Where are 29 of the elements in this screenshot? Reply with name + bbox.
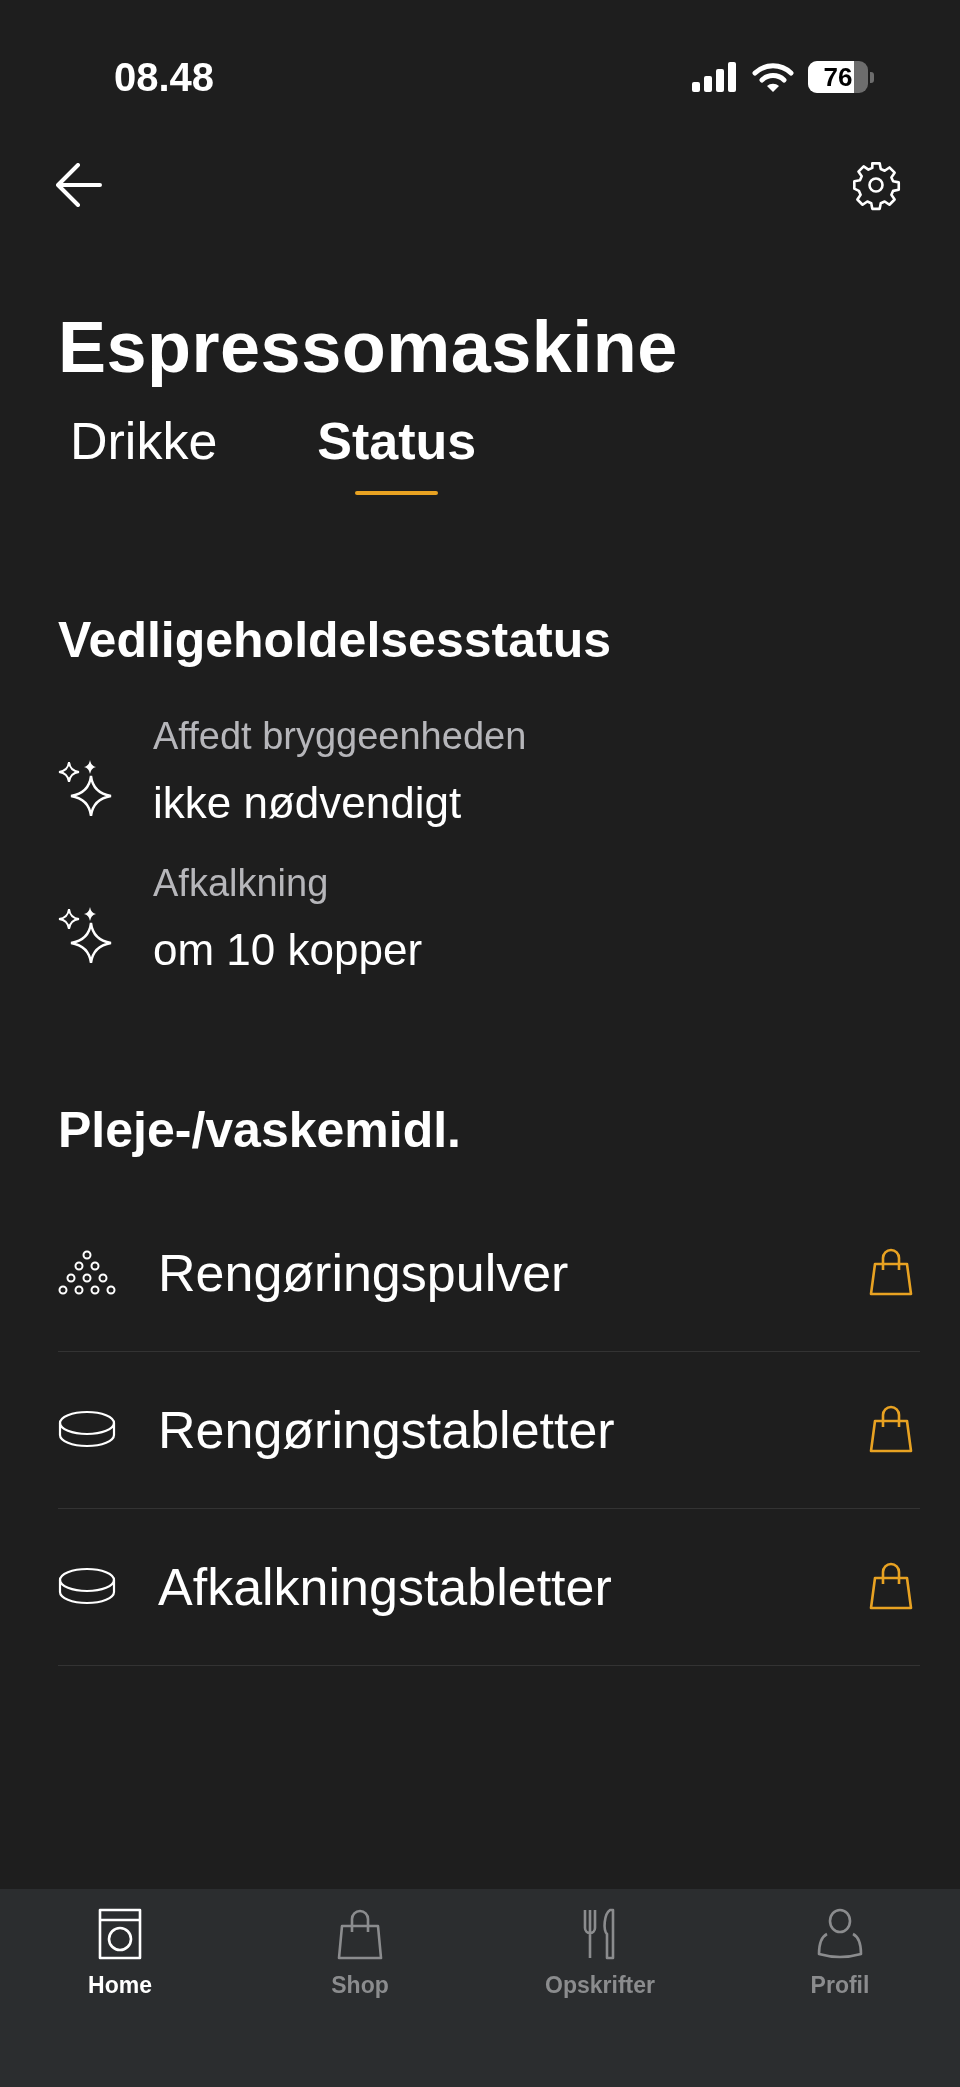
product-name: Rengøringstabletter [158, 1400, 616, 1460]
status-value: om 10 kopper [153, 925, 423, 975]
shopping-bag-icon[interactable] [869, 1248, 913, 1298]
tab[interactable]: Drikke [70, 403, 218, 495]
shopping-bag-icon[interactable] [869, 1405, 913, 1455]
status-label: Afkalkning [153, 862, 330, 905]
shopping-bag-icon[interactable] [869, 1562, 913, 1612]
status-label: Affedt bryggeenheden [153, 715, 527, 758]
settings-icon[interactable] [850, 159, 902, 211]
signal-icon [692, 62, 738, 92]
section-heading: Pleje-/vaskemidl. [58, 1105, 462, 1155]
product-row[interactable]: Afkalkningstabletter [58, 1509, 920, 1666]
bag-icon [335, 1908, 385, 1960]
product-row[interactable]: Rengøringspulver [58, 1195, 920, 1352]
nav-tab[interactable]: Profil [720, 1907, 960, 2000]
nav-tab[interactable]: Home [0, 1907, 240, 2000]
nav-tab[interactable]: Shop [240, 1907, 480, 2000]
status-value: ikke nødvendigt [153, 778, 463, 828]
tab[interactable]: Status [317, 403, 477, 495]
section-heading: Vedligeholdelsesstatus [58, 615, 612, 665]
product-name: Afkalkningstabletter [158, 1557, 613, 1617]
status-time: 08.48 [114, 54, 215, 100]
back-arrow-icon[interactable] [56, 163, 102, 207]
wifi-icon [752, 62, 794, 92]
product-row[interactable]: Rengøringstabletter [58, 1352, 920, 1509]
nav-tab[interactable]: Opskrifter [480, 1907, 720, 2000]
powder-icon [58, 1250, 116, 1296]
person-icon [815, 1908, 865, 1960]
product-name: Rengøringspulver [158, 1243, 570, 1303]
